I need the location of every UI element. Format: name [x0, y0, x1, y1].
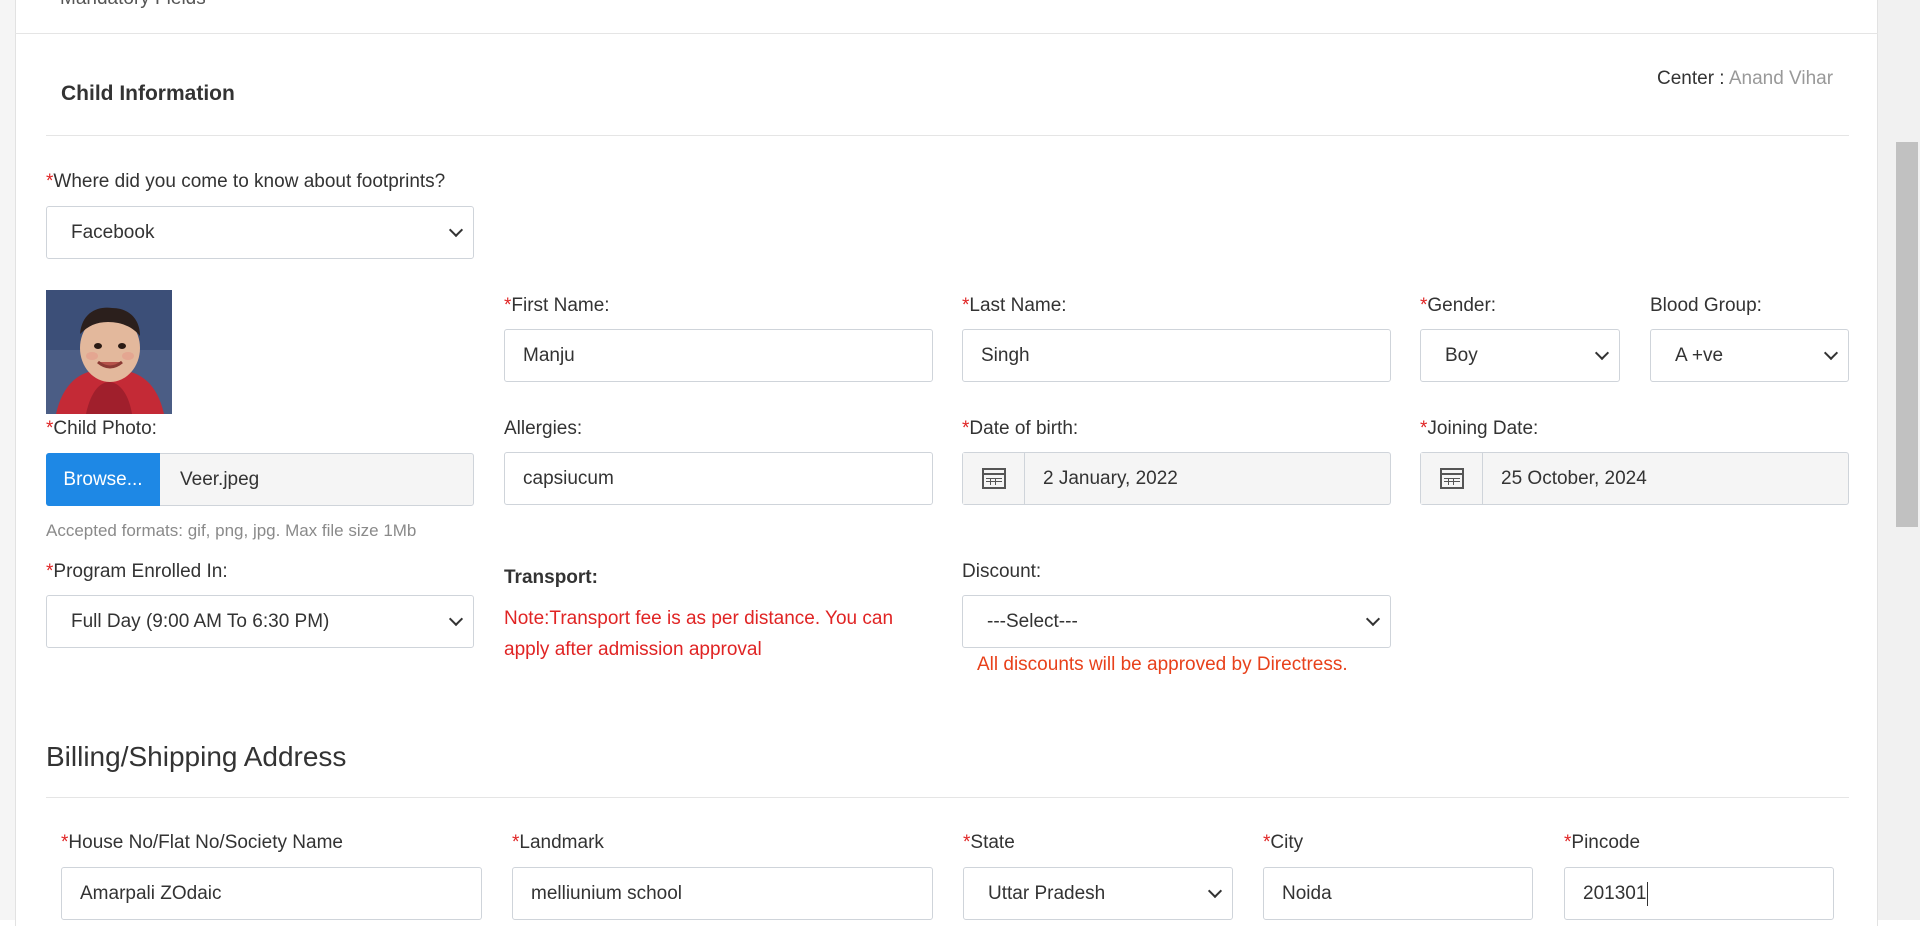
- program-value: Full Day (9:00 AM To 6:30 PM): [71, 610, 330, 632]
- center-value: Anand Vihar: [1728, 68, 1834, 89]
- photo-format-hint: Accepted formats: gif, png, jpg. Max fil…: [46, 521, 417, 540]
- mandatory-fields-note: Mandatory Fields: [60, 0, 206, 10]
- source-select[interactable]: Facebook: [46, 206, 474, 259]
- discount-select[interactable]: ---Select---: [962, 595, 1391, 648]
- transport-note: Note:Transport fee is as per distance. Y…: [504, 608, 894, 660]
- chevron-down-icon: [1823, 345, 1839, 360]
- scrollbar-thumb[interactable]: [1896, 142, 1918, 527]
- child-photo-image: [46, 290, 172, 414]
- blood-group-select[interactable]: A +ve: [1650, 329, 1849, 382]
- child-photo-preview: [46, 290, 172, 414]
- gender-value: Boy: [1445, 344, 1478, 366]
- text-cursor: [1647, 881, 1649, 906]
- last-name-input[interactable]: Singh: [962, 329, 1391, 382]
- allergies-label: Allergies:: [504, 418, 583, 439]
- last-name-label: *Last Name:: [962, 295, 1067, 316]
- dob-input[interactable]: 2 January, 2022: [962, 452, 1391, 505]
- city-input[interactable]: Noida: [1263, 867, 1533, 920]
- allergies-input[interactable]: capsiucum: [504, 452, 933, 505]
- pincode-value: 201301: [1583, 882, 1647, 904]
- joining-date-value: 25 October, 2024: [1501, 467, 1647, 489]
- section-divider: [46, 135, 1849, 136]
- chevron-down-icon: [1365, 611, 1381, 626]
- address-divider: [46, 797, 1849, 798]
- photo-file-name: Veer.jpeg: [180, 469, 260, 490]
- gender-label: *Gender:: [1420, 295, 1497, 316]
- child-photo-label: *Child Photo:: [46, 418, 157, 439]
- chevron-down-icon: [448, 222, 464, 237]
- house-input[interactable]: Amarpali ZOdaic: [61, 867, 482, 920]
- landmark-input[interactable]: melliunium school: [512, 867, 933, 920]
- landmark-label: *Landmark: [512, 832, 604, 853]
- chevron-down-icon: [1207, 883, 1223, 898]
- program-label: *Program Enrolled In:: [46, 561, 228, 582]
- program-select[interactable]: Full Day (9:00 AM To 6:30 PM): [46, 595, 474, 648]
- child-photo-upload[interactable]: Browse... Veer.jpeg: [46, 453, 474, 506]
- dob-value: 2 January, 2022: [1043, 467, 1178, 489]
- discount-note: All discounts will be approved by Direct…: [977, 654, 1348, 675]
- chevron-down-icon: [448, 611, 464, 626]
- chevron-down-icon: [1594, 345, 1610, 360]
- blood-group-label: Blood Group:: [1650, 295, 1762, 316]
- first-name-label: *First Name:: [504, 295, 610, 316]
- dob-calendar-addon[interactable]: [963, 453, 1025, 504]
- dob-label: *Date of birth:: [962, 418, 1079, 439]
- blood-group-value: A +ve: [1675, 344, 1724, 366]
- joining-calendar-addon[interactable]: [1421, 453, 1483, 504]
- section-title: Child Information: [61, 82, 235, 105]
- joining-date-label: *Joining Date:: [1420, 418, 1539, 439]
- browse-button[interactable]: Browse...: [46, 453, 160, 506]
- calendar-icon: [1439, 468, 1464, 489]
- pincode-input[interactable]: 201301: [1564, 867, 1834, 920]
- gender-select[interactable]: Boy: [1420, 329, 1620, 382]
- source-value: Facebook: [71, 221, 155, 243]
- state-select[interactable]: Uttar Pradesh: [963, 867, 1233, 920]
- city-label: *City: [1263, 832, 1304, 853]
- address-section-title: Billing/Shipping Address: [46, 741, 347, 772]
- center-info: Center : Anand Vihar: [1657, 68, 1833, 90]
- state-label: *State: [963, 832, 1015, 853]
- calendar-icon: [981, 468, 1006, 489]
- source-label: *Where did you come to know about footpr…: [46, 171, 446, 192]
- pincode-label: *Pincode: [1564, 832, 1641, 853]
- house-label: *House No/Flat No/Society Name: [61, 832, 343, 853]
- discount-label: Discount:: [962, 561, 1042, 582]
- center-label: Center :: [1657, 68, 1729, 89]
- transport-label: Transport:: [504, 567, 598, 588]
- joining-date-input[interactable]: 25 October, 2024: [1420, 452, 1849, 505]
- discount-value: ---Select---: [987, 610, 1078, 632]
- top-divider: [15, 33, 1878, 34]
- state-value: Uttar Pradesh: [988, 882, 1106, 904]
- first-name-input[interactable]: Manju: [504, 329, 933, 382]
